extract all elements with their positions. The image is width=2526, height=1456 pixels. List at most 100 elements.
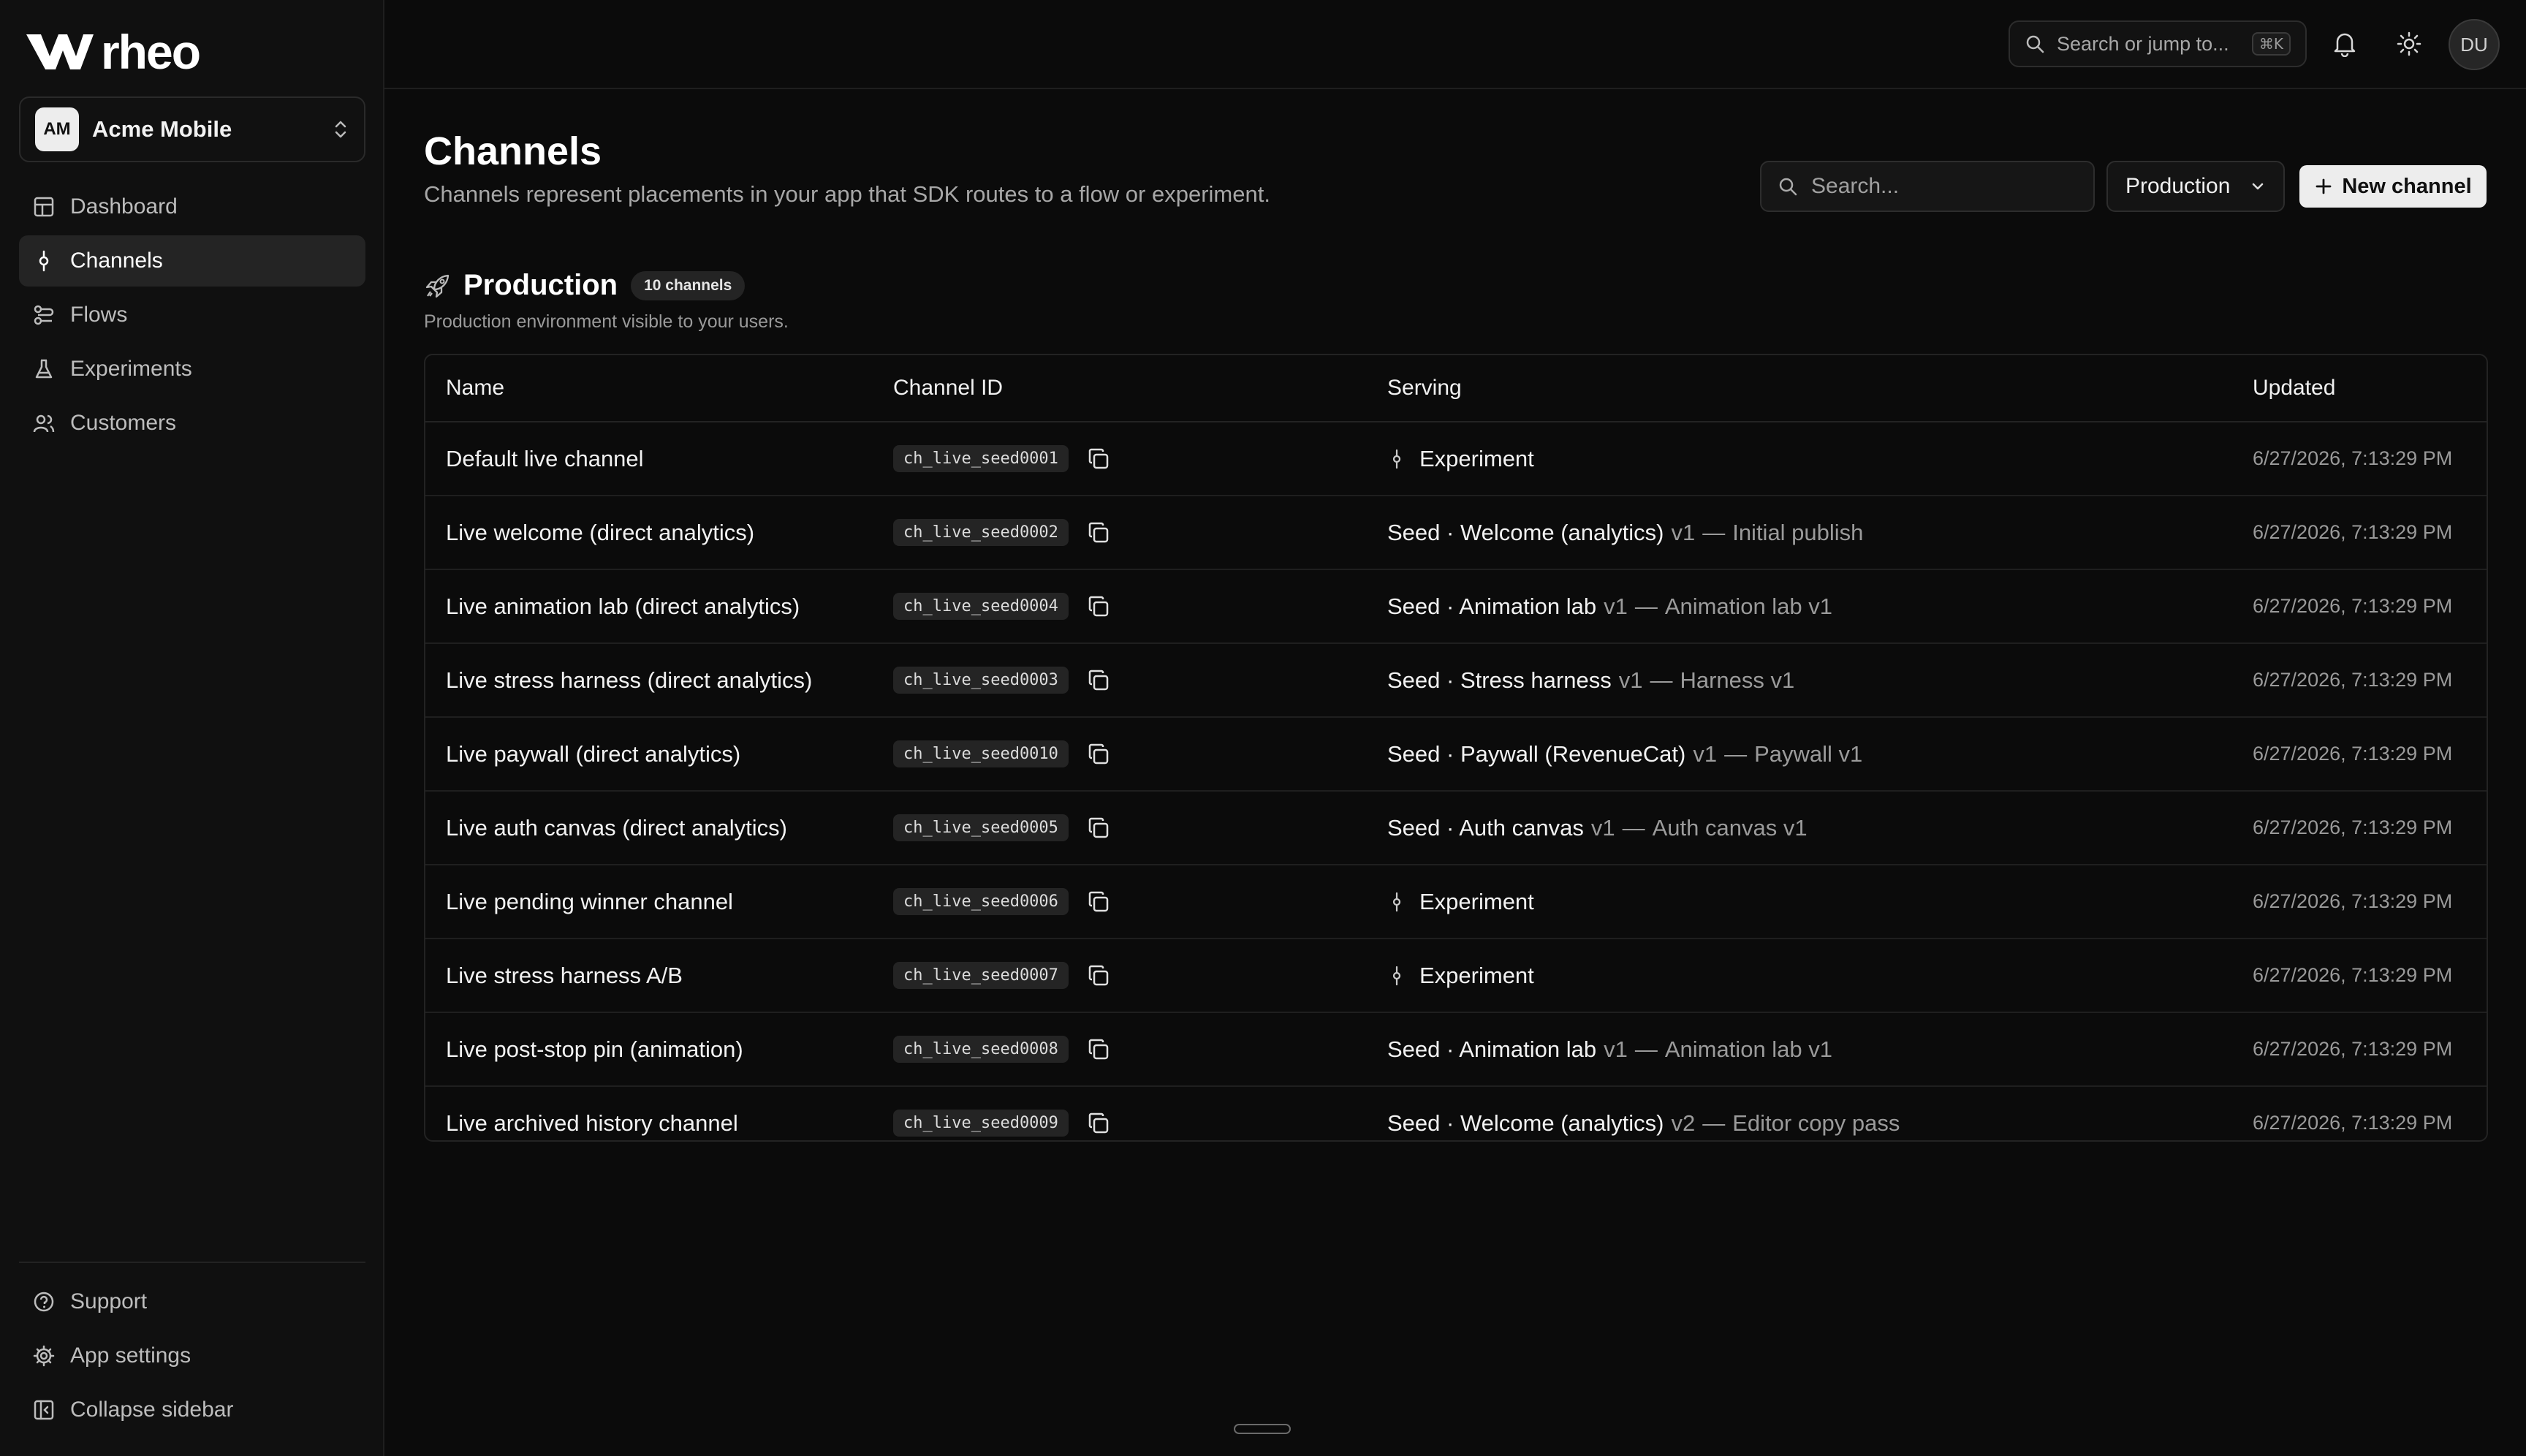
bell-icon <box>2334 33 2356 57</box>
sidebar-item-channels[interactable]: Channels <box>19 235 365 287</box>
channel-id: ch_live_seed0010 <box>893 740 1069 767</box>
column-header-id[interactable]: Channel ID <box>893 376 1003 401</box>
channel-id-cell: ch_live_seed0009 <box>893 1110 1112 1137</box>
channel-id-cell: ch_live_seed0002 <box>893 519 1112 547</box>
serving-flow-name: Seed · Animation lab <box>1387 593 1597 619</box>
environment-select[interactable]: Production <box>2106 161 2285 212</box>
copy-icon[interactable] <box>1085 667 1112 694</box>
serving-cell: Seed · Animation lab v1— Animation lab v1 <box>1387 1036 1832 1063</box>
brand-logo[interactable]: rheo <box>25 28 201 76</box>
drag-handle[interactable] <box>1234 1424 1291 1434</box>
serving-separator: — <box>1702 1110 1726 1136</box>
channel-search-input[interactable] <box>1810 173 2076 200</box>
serving-version: v1 <box>1604 1036 1628 1062</box>
serving-separator: — <box>1634 593 1658 619</box>
serving-cell: Seed · Auth canvas v1 — Auth canvas v1 <box>1387 815 1808 841</box>
copy-icon[interactable] <box>1085 1036 1112 1063</box>
sidebar-item-dashboard[interactable]: Dashboard <box>19 181 365 232</box>
sidebar-item-app-settings[interactable]: App settings <box>19 1330 365 1381</box>
channel-name[interactable]: Default live channel <box>446 446 644 472</box>
sidebar-item-customers[interactable]: Customers <box>19 398 365 449</box>
sidebar-item-flows[interactable]: Flows <box>19 289 365 341</box>
serving-cell: Experiment <box>1387 963 1534 989</box>
channel-name[interactable]: Live animation lab (direct analytics) <box>446 594 800 620</box>
gear-icon <box>32 1344 56 1368</box>
table-row[interactable]: Live pending winner channel ch_live_seed0… <box>425 865 2487 939</box>
updated-timestamp: 6/27/2026, 7:13:29 PM <box>2253 595 2453 617</box>
notifications-button[interactable] <box>2330 29 2359 58</box>
copy-icon[interactable] <box>1085 814 1112 842</box>
table-row[interactable]: Live post-stop pin (animation) ch_live_se… <box>425 1013 2487 1087</box>
channel-id: ch_live_seed0003 <box>893 667 1069 694</box>
copy-icon[interactable] <box>1085 888 1112 916</box>
serving-cell: Experiment <box>1387 889 1534 915</box>
channel-name[interactable]: Live paywall (direct analytics) <box>446 741 740 767</box>
org-avatar: AM <box>35 107 79 151</box>
table-row[interactable]: Default live channel ch_live_seed0001 Expe… <box>425 422 2487 496</box>
experiment-icon <box>1387 448 1406 470</box>
sidebar-item-support[interactable]: Support <box>19 1276 365 1327</box>
table-row[interactable]: Live welcome (direct analytics) ch_live_s… <box>425 496 2487 570</box>
global-search[interactable]: Search or jump to... ⌘K <box>2009 20 2307 67</box>
copy-icon[interactable] <box>1085 1110 1112 1137</box>
chevron-down-icon <box>2252 183 2264 190</box>
sun-icon <box>2397 31 2421 56</box>
help-icon <box>32 1290 56 1313</box>
table-row[interactable]: Live paywall (direct analytics) ch_live_s… <box>425 718 2487 792</box>
table-row[interactable]: Live auth canvas (direct analytics) ch_li… <box>425 792 2487 865</box>
channel-id-cell: ch_live_seed0006 <box>893 888 1112 916</box>
theme-toggle-button[interactable] <box>2394 29 2424 58</box>
table-row[interactable]: Live archived history channel ch_live_see… <box>425 1087 2487 1140</box>
column-header-updated[interactable]: Updated <box>2253 376 2335 401</box>
section-description: Production environment visible to your u… <box>424 311 789 332</box>
serving-version: v1 <box>1604 593 1628 619</box>
sidebar-item-experiments[interactable]: Experiments <box>19 344 365 395</box>
user-avatar[interactable]: DU <box>2449 19 2500 70</box>
copy-icon[interactable] <box>1085 445 1112 473</box>
channel-id: ch_live_seed0009 <box>893 1110 1069 1137</box>
copy-icon[interactable] <box>1085 740 1112 768</box>
channel-name[interactable]: Live welcome (direct analytics) <box>446 520 754 546</box>
org-switcher[interactable]: AM Acme Mobile <box>19 96 365 162</box>
updated-timestamp: 6/27/2026, 7:13:29 PM <box>2253 890 2453 912</box>
channel-name[interactable]: Live pending winner channel <box>446 889 733 915</box>
sidebar-divider <box>19 1262 365 1263</box>
search-icon <box>1779 178 1797 196</box>
page-subtitle: Channels represent placements in your ap… <box>424 181 1270 207</box>
channel-name[interactable]: Live post-stop pin (animation) <box>446 1036 743 1063</box>
channel-id: ch_live_seed0006 <box>893 888 1069 915</box>
channel-id: ch_live_seed0008 <box>893 1036 1069 1063</box>
sidebar-item-collapse[interactable]: Collapse sidebar <box>19 1384 365 1436</box>
sidebar-item-label: Support <box>70 1289 148 1313</box>
flows-icon <box>32 303 56 327</box>
copy-icon[interactable] <box>1085 519 1112 547</box>
channel-search[interactable] <box>1760 161 2095 212</box>
plus-icon <box>2316 178 2332 194</box>
rocket-icon <box>425 274 450 297</box>
channel-id: ch_live_seed0002 <box>893 519 1069 546</box>
table-row[interactable]: Live stress harness (direct analytics) ch… <box>425 644 2487 718</box>
channel-id-cell: ch_live_seed0003 <box>893 667 1112 694</box>
serving-flow-name: Seed · Stress harness <box>1387 667 1612 693</box>
serving-cell: Seed · Animation lab v1— Animation lab v1 <box>1387 594 1832 620</box>
sidebar: rheo AM Acme Mobile Dashboard Channels F… <box>0 0 384 1456</box>
copy-icon[interactable] <box>1085 962 1112 990</box>
environment-select-value: Production <box>2125 174 2231 198</box>
column-header-serving[interactable]: Serving <box>1387 376 1462 401</box>
serving-separator: — <box>1724 740 1748 767</box>
channel-id-cell: ch_live_seed0007 <box>893 962 1112 990</box>
table-header: Name Channel ID Serving Updated <box>425 355 2487 422</box>
serving-flow-name: Seed · Animation lab <box>1387 1036 1597 1062</box>
channel-name[interactable]: Live stress harness A/B <box>446 963 683 989</box>
users-icon <box>32 412 56 435</box>
channel-name[interactable]: Live auth canvas (direct analytics) <box>446 815 787 841</box>
table-row[interactable]: Live animation lab (direct analytics) ch_… <box>425 570 2487 644</box>
new-channel-button[interactable]: New channel <box>2299 165 2487 208</box>
channel-name[interactable]: Live archived history channel <box>446 1110 738 1137</box>
table-row[interactable]: Live stress harness A/B ch_live_seed0007 E… <box>425 939 2487 1013</box>
column-header-name[interactable]: Name <box>446 376 504 401</box>
sidebar-item-label: Customers <box>70 411 177 435</box>
updated-timestamp: 6/27/2026, 7:13:29 PM <box>2253 1112 2453 1134</box>
channel-name[interactable]: Live stress harness (direct analytics) <box>446 667 812 694</box>
copy-icon[interactable] <box>1085 593 1112 621</box>
